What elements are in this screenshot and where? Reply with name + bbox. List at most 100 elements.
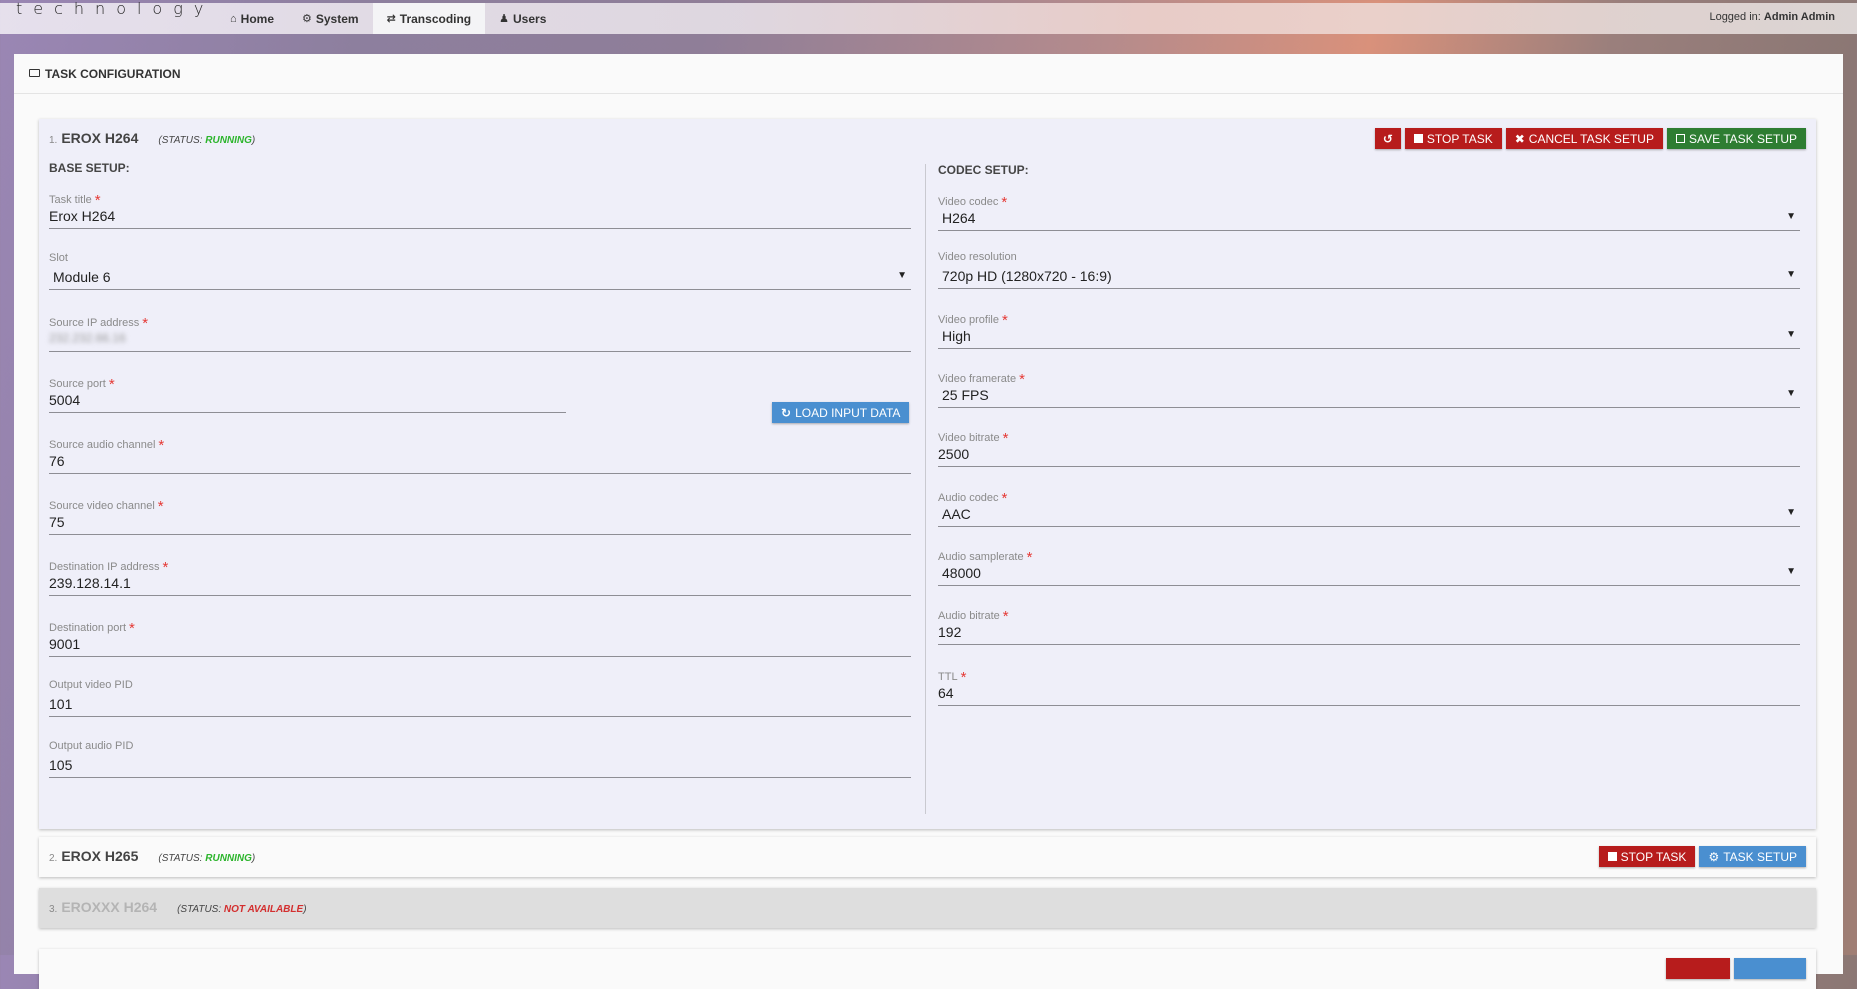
source-ip-input[interactable]: 232.232.66.16 [49,331,911,351]
audio-bitrate-input[interactable]: 192 [938,624,1800,644]
cancel-task-setup-button[interactable]: ✖ CANCEL TASK SETUP [1505,128,1663,149]
chevron-down-icon: ▼ [1786,388,1796,399]
video-bitrate-input[interactable]: 2500 [938,446,1800,466]
video-resolution-select[interactable]: Video resolution 720p HD (1280x720 - 16:… [938,251,1800,289]
task-setup-label: TASK SETUP [1723,849,1797,864]
user-icon: ♟ [499,13,510,25]
chevron-down-icon: ▼ [1786,211,1796,222]
source-video-channel-field[interactable]: Source video channel * 75 [49,496,911,535]
output-audio-pid-field[interactable]: Output audio PID 105 [49,740,911,778]
stop-icon [1413,134,1423,143]
status-prefix: (STATUS: [158,853,206,864]
status-badge: RUNNING [205,135,252,146]
video-framerate-value[interactable]: 25 FPS [938,387,1800,407]
nav-home[interactable]: ⌂ Home [216,3,288,34]
required-asterisk: * [1001,194,1008,211]
source-port-field[interactable]: Source port * 5004 [49,374,566,413]
source-video-channel-input[interactable]: 75 [49,514,911,534]
source-ip-field[interactable]: Source IP address * 232.232.66.16 [49,313,911,352]
source-audio-channel-label: Source audio channel [49,439,156,451]
ttl-field[interactable]: TTL * 64 [938,667,1800,706]
required-asterisk: * [129,620,135,637]
source-video-channel-label: Source video channel [49,500,155,512]
status-prefix: (STATUS: [177,904,224,915]
task-setup-button[interactable]: ⚙ TASK SETUP [1699,846,1806,867]
audio-bitrate-field[interactable]: Audio bitrate * 192 [938,606,1800,645]
task-card-2[interactable]: 2. EROX H265 (STATUS: RUNNING) STOP TASK… [39,837,1816,877]
login-user[interactable]: Admin Admin [1764,11,1835,23]
ttl-input[interactable]: 64 [938,685,1800,705]
audio-codec-label: Audio codec [938,492,999,504]
task-title-input[interactable]: Erox H264 [49,208,911,228]
video-profile-select[interactable]: Video profile * High ▼ [938,310,1800,349]
stop-task-button[interactable] [1666,958,1730,979]
status-badge: RUNNING [205,853,252,864]
video-resolution-value[interactable]: 720p HD (1280x720 - 16:9) [938,268,1800,288]
video-framerate-select[interactable]: Video framerate * 25 FPS ▼ [938,369,1800,408]
task-2-actions: STOP TASK ⚙ TASK SETUP [1598,846,1806,867]
nav-system[interactable]: ⚙ System [288,3,373,34]
chevron-down-icon: ▼ [1786,566,1796,577]
output-video-pid-label: Output video PID [49,679,133,691]
required-asterisk: * [158,437,165,454]
brand-logo[interactable]: technology [16,0,214,18]
nav-users[interactable]: ♟ Users [485,3,560,34]
base-setup-column: BASE SETUP: Task title * Erox H264 Slot M… [49,159,911,778]
destination-ip-label: Destination IP address [49,561,160,573]
source-audio-channel-field[interactable]: Source audio channel * 76 [49,435,911,474]
restart-task-button[interactable]: ↺ [1374,128,1401,149]
close-icon: ✖ [1514,131,1525,146]
stop-task-button[interactable]: STOP TASK [1404,128,1502,149]
source-port-input[interactable]: 5004 [49,392,566,412]
task-number: 3. [49,904,58,915]
required-asterisk: * [1001,490,1008,507]
nav-users-label: Users [513,11,547,26]
audio-bitrate-label: Audio bitrate [938,610,1000,622]
stop-task-label: STOP TASK [1620,849,1687,864]
slot-select[interactable]: Slot Module 6 ▼ [49,252,911,290]
destination-port-field[interactable]: Destination port * 9001 [49,618,911,657]
video-resolution-label: Video resolution [938,251,1017,263]
codec-setup-column: CODEC SETUP: Video codec * H264 ▼ Video r… [938,159,1800,706]
task-setup-button[interactable] [1734,958,1806,979]
output-video-pid-input[interactable]: 101 [49,696,911,716]
destination-ip-input[interactable]: 239.128.14.1 [49,575,911,595]
video-profile-value[interactable]: High [938,328,1800,348]
task-title-field[interactable]: Task title * Erox H264 [49,190,911,229]
task-card-1: 1. EROX H264 (STATUS: RUNNING) ↺ STOP TA… [39,119,1816,829]
video-codec-value[interactable]: H264 [938,210,1800,230]
required-asterisk: * [157,498,164,515]
home-icon: ⌂ [230,12,237,25]
save-task-setup-button[interactable]: SAVE TASK SETUP [1666,128,1806,149]
slot-label: Slot [49,252,68,264]
audio-codec-value[interactable]: AAC [938,506,1800,526]
output-video-pid-field[interactable]: Output video PID 101 [49,679,911,717]
task-card-4[interactable] [39,949,1816,989]
stop-task-button[interactable]: STOP TASK [1598,846,1696,867]
destination-ip-field[interactable]: Destination IP address * 239.128.14.1 [49,557,911,596]
audio-samplerate-label: Audio samplerate [938,551,1024,563]
audio-samplerate-select[interactable]: Audio samplerate * 48000 ▼ [938,547,1800,586]
load-input-data-button[interactable]: ↻ LOAD INPUT DATA [772,402,910,423]
task-2-header: 2. EROX H265 (STATUS: RUNNING) [49,848,255,864]
video-framerate-label: Video framerate [938,373,1017,385]
destination-port-label: Destination port [49,622,127,634]
nav-transcoding[interactable]: ⇄ Transcoding [372,3,486,34]
source-ip-label: Source IP address [49,317,140,329]
required-asterisk: * [1026,549,1033,566]
nav-transcoding-label: Transcoding [399,11,472,26]
video-codec-select[interactable]: Video codec * H264 ▼ [938,192,1800,231]
video-bitrate-field[interactable]: Video bitrate * 2500 [938,428,1800,467]
slot-value[interactable]: Module 6 [49,269,911,289]
task-4-actions [1666,958,1806,979]
output-audio-pid-label: Output audio PID [49,740,134,752]
audio-samplerate-value[interactable]: 48000 [938,565,1800,585]
output-audio-pid-input[interactable]: 105 [49,757,911,777]
source-audio-channel-input[interactable]: 76 [49,453,911,473]
cancel-label: CANCEL TASK SETUP [1528,131,1654,146]
task-title-label: Task title [49,194,92,206]
destination-port-input[interactable]: 9001 [49,636,911,656]
top-navbar: technology ⌂ Home ⚙ System ⇄ Transcoding… [0,0,1857,34]
monitor-icon [29,68,40,77]
audio-codec-select[interactable]: Audio codec * AAC ▼ [938,488,1800,527]
